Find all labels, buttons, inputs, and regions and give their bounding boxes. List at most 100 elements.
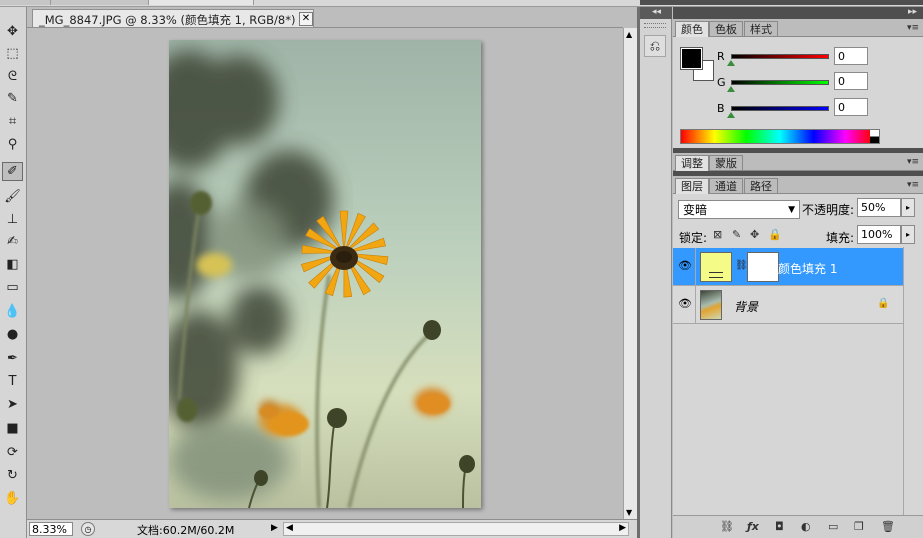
lock-image-icon[interactable]: ✎	[732, 228, 741, 241]
path-select-tool-icon[interactable]: ➤	[2, 395, 23, 414]
pen-tool-icon[interactable]: ✒	[2, 349, 23, 368]
blend-mode-select[interactable]: 变暗 ▼	[678, 200, 800, 219]
background-layer-thumbnail[interactable]	[700, 290, 722, 320]
gradient-tool-icon[interactable]: ▭	[2, 278, 23, 297]
right-panel-column: ▸▸ 颜色 色板 样式 ▾≡ R 0 G 0 B 0 调整 蒙版 ▾≡ 图层 通…	[673, 7, 923, 538]
color-spectrum-bar[interactable]	[680, 129, 880, 144]
green-channel-label: G	[717, 76, 726, 89]
lasso-tool-icon[interactable]: ᘓ	[2, 67, 23, 86]
lock-transparent-icon[interactable]: ⊠	[713, 228, 722, 241]
quick-select-tool-icon[interactable]: ✎	[2, 89, 23, 108]
red-slider-track[interactable]	[731, 54, 829, 59]
green-slider-track[interactable]	[731, 80, 829, 85]
horizontal-scrollbar[interactable]: ◀ ▶	[283, 522, 629, 536]
link-chain-icon[interactable]: ⛓	[735, 260, 748, 271]
vertical-scrollbar[interactable]: ▲ ▼	[623, 28, 637, 519]
panel-menu-icon[interactable]: ▾≡	[907, 180, 919, 190]
foreground-color-swatch-front[interactable]	[680, 47, 703, 70]
scroll-up-icon[interactable]: ▲	[626, 30, 632, 39]
collapsed-panel-dock: ◂◂ ⎌	[640, 7, 672, 538]
eraser-tool-icon[interactable]: ◧	[2, 255, 23, 274]
expand-icon[interactable]: ▸▸	[908, 7, 917, 17]
tab-swatches[interactable]: 色板	[709, 21, 743, 37]
app-bar-segment	[51, 0, 149, 5]
healing-brush-tool-icon[interactable]: ✐	[2, 162, 23, 181]
fill-label: 填充:	[826, 231, 855, 245]
tab-layers[interactable]: 图层	[675, 178, 709, 194]
new-group-icon[interactable]: ▭	[828, 520, 838, 533]
layer-mask-thumbnail[interactable]	[747, 252, 779, 282]
scroll-right-icon[interactable]: ▶	[619, 523, 626, 533]
panel-menu-icon[interactable]: ▾≡	[907, 157, 919, 167]
visibility-eye-icon[interactable]: 👁	[676, 295, 694, 313]
history-brush-tool-icon[interactable]: ✍	[2, 232, 23, 251]
red-slider-thumb[interactable]	[727, 60, 735, 66]
link-layers-icon[interactable]: ⛓	[720, 520, 734, 533]
fill-slider-button[interactable]: ▸	[901, 225, 915, 244]
close-icon[interactable]: ✕	[299, 12, 313, 26]
add-mask-icon[interactable]: ◘	[775, 520, 784, 533]
blue-slider-track[interactable]	[731, 106, 829, 111]
document-canvas[interactable]	[169, 40, 481, 508]
lock-position-icon[interactable]: ✥	[750, 228, 759, 241]
brush-tool-icon[interactable]: 🖌	[2, 187, 23, 206]
layers-scrollbar[interactable]	[903, 247, 923, 515]
red-channel-label: R	[717, 50, 725, 63]
panel-menu-icon[interactable]: ▾≡	[907, 23, 919, 33]
red-value-field[interactable]: 0	[834, 47, 868, 65]
scroll-left-icon[interactable]: ◀	[286, 523, 293, 533]
status-info-icon[interactable]: ◷	[81, 522, 95, 536]
opacity-slider-button[interactable]: ▸	[901, 198, 915, 217]
status-menu-arrow-icon[interactable]: ▶	[271, 523, 278, 533]
dock-header[interactable]: ◂◂	[640, 7, 672, 19]
app-bar-segment	[149, 0, 254, 5]
visibility-eye-icon[interactable]: 👁	[676, 257, 694, 275]
document-size-info: 文档:60.2M/60.2M	[137, 524, 235, 537]
tab-styles[interactable]: 样式	[744, 21, 778, 37]
scroll-down-icon[interactable]: ▼	[626, 508, 632, 517]
blur-tool-icon[interactable]: 💧	[2, 302, 23, 321]
shape-tool-icon[interactable]: ■	[2, 419, 23, 438]
green-slider-thumb[interactable]	[727, 86, 735, 92]
black-white-swatch[interactable]	[870, 130, 879, 143]
grip-icon[interactable]	[644, 23, 666, 28]
blue-value-field[interactable]: 0	[834, 98, 868, 116]
adjustment-layer-icon[interactable]: ◐	[801, 520, 811, 533]
delete-layer-icon[interactable]: 🗑	[881, 520, 895, 533]
hand-tool-icon[interactable]: ✋	[2, 489, 23, 508]
crop-tool-icon[interactable]: ⌗	[2, 112, 23, 131]
opacity-label: 不透明度:	[802, 203, 855, 217]
layer-row-background[interactable]: 👁 背景 🔒	[673, 286, 903, 324]
3d-rotate-tool-icon[interactable]: ⟳	[2, 443, 23, 462]
history-panel-icon[interactable]: ⎌	[644, 35, 666, 57]
color-panel-tabs: 颜色 色板 样式 ▾≡	[673, 19, 923, 37]
tab-paths[interactable]: 路径	[744, 178, 778, 194]
3d-orbit-tool-icon[interactable]: ↻	[2, 466, 23, 485]
fill-field[interactable]: 100%	[857, 225, 901, 244]
right-dock-header[interactable]: ▸▸	[673, 7, 923, 19]
lock-all-icon[interactable]: 🔒	[768, 228, 782, 241]
layer-name[interactable]: 背景	[734, 298, 758, 315]
document-tab[interactable]: _MG_8847.JPG @ 8.33% (颜色填充 1, RGB/8*) * …	[32, 9, 314, 27]
type-tool-icon[interactable]: T	[2, 372, 23, 391]
fill-layer-thumbnail[interactable]	[700, 252, 732, 282]
dodge-tool-icon[interactable]: ●	[2, 325, 23, 344]
tab-masks[interactable]: 蒙版	[709, 155, 743, 171]
layer-row-color-fill[interactable]: 👁 ⛓ 颜色填充 1	[673, 248, 903, 286]
tab-color[interactable]: 颜色	[675, 21, 709, 37]
layer-style-icon[interactable]: ƒx	[747, 520, 759, 533]
layer-name[interactable]: 颜色填充 1	[778, 260, 837, 277]
layer-divider	[695, 248, 696, 286]
move-tool-icon[interactable]: ✥	[2, 22, 23, 41]
tab-channels[interactable]: 通道	[709, 178, 743, 194]
eyedropper-tool-icon[interactable]: ⚲	[2, 135, 23, 154]
marquee-tool-icon[interactable]: ⬚	[2, 44, 23, 63]
clone-stamp-tool-icon[interactable]: ⊥	[2, 210, 23, 229]
collapse-icon[interactable]: ◂◂	[652, 7, 661, 17]
blue-slider-thumb[interactable]	[727, 112, 735, 118]
zoom-level-field[interactable]: 8.33%	[29, 522, 73, 536]
green-value-field[interactable]: 0	[834, 72, 868, 90]
opacity-field[interactable]: 50%	[857, 198, 901, 217]
tab-adjustments[interactable]: 调整	[675, 155, 709, 171]
new-layer-icon[interactable]: ❐	[854, 520, 864, 533]
